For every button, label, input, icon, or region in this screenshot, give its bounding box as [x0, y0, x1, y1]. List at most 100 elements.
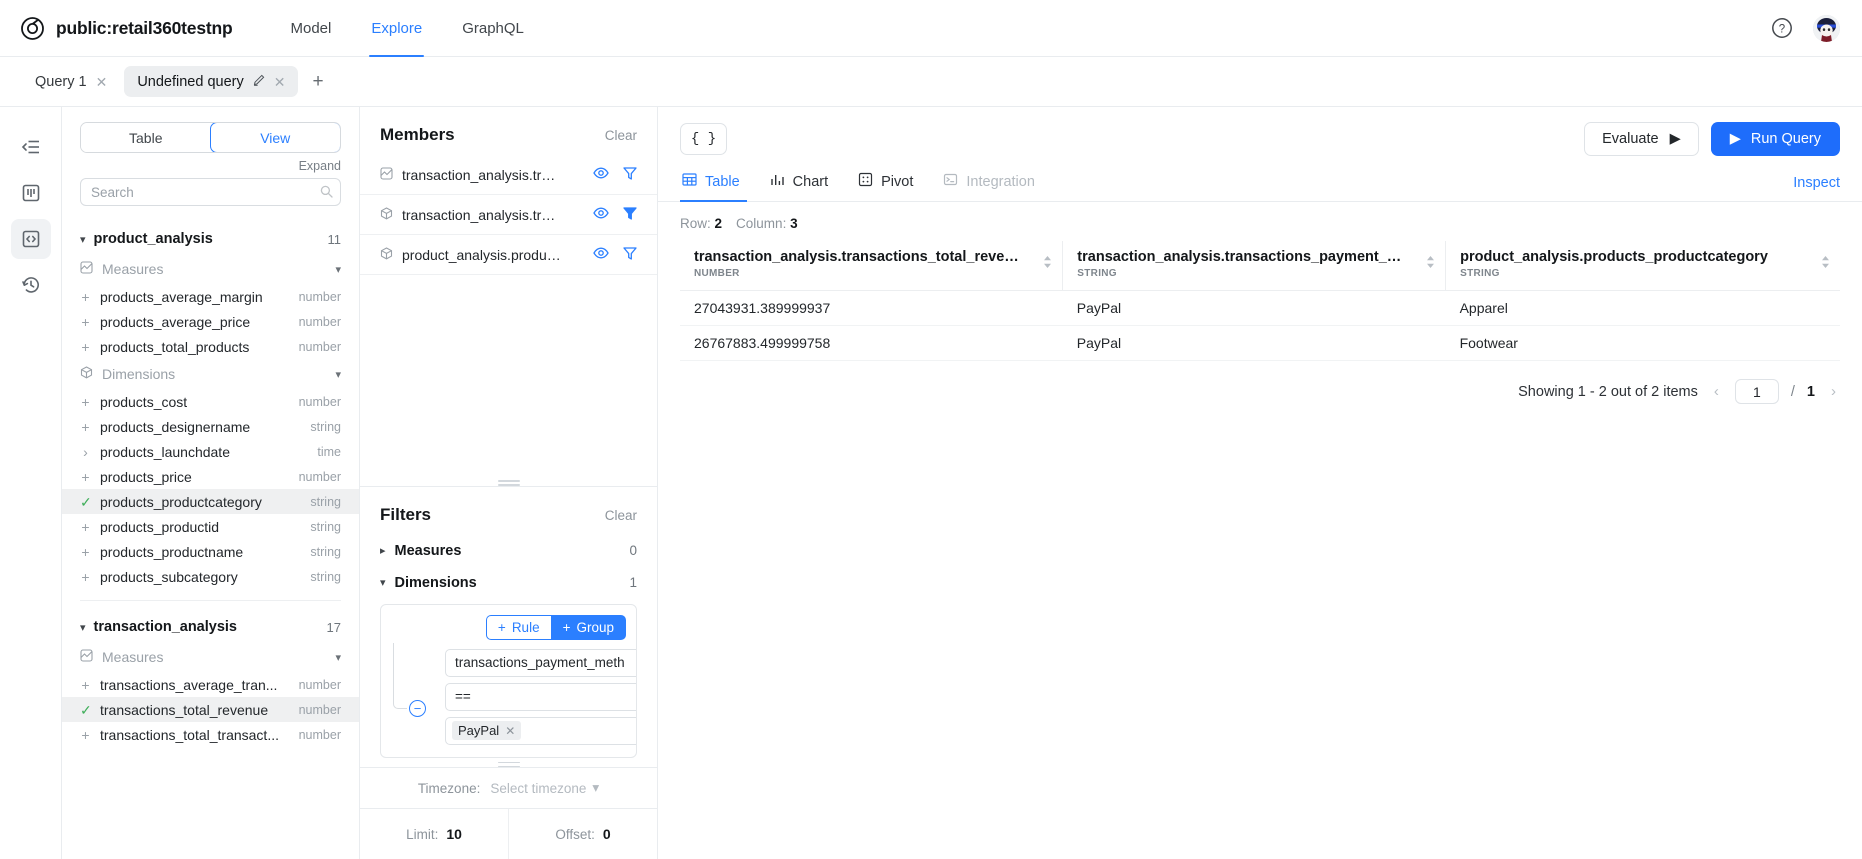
group-header-measures[interactable]: Measures ▾: [62, 254, 359, 284]
members-header: Members Clear: [360, 107, 657, 155]
cube-header-transaction-analysis[interactable]: ▾ transaction_analysis 17: [62, 612, 359, 642]
board-icon[interactable]: [11, 173, 51, 213]
members-clear-button[interactable]: Clear: [605, 128, 637, 143]
tab-pivot[interactable]: Pivot: [843, 172, 928, 201]
nav-item-model[interactable]: Model: [270, 0, 351, 56]
panel-resize-handle[interactable]: [360, 476, 657, 486]
column-count: 3: [790, 216, 798, 231]
timezone-select[interactable]: Select timezone ▾: [490, 780, 599, 796]
group-header-measures-2[interactable]: Measures ▾: [62, 642, 359, 672]
query-tab-2[interactable]: Undefined query ✕: [124, 66, 299, 97]
field-products-launchdate[interactable]: › products_launchdate time: [62, 439, 359, 464]
table-row[interactable]: 26767883.499999758 PayPal Footwear: [680, 325, 1840, 361]
cube-field-count: 11: [327, 231, 342, 247]
close-icon[interactable]: ✕: [96, 75, 108, 89]
history-icon[interactable]: [11, 265, 51, 305]
next-page-button[interactable]: ›: [1827, 383, 1840, 400]
field-products-subcategory[interactable]: + products_subcategory string: [62, 564, 359, 589]
remove-tag-icon[interactable]: ✕: [505, 724, 515, 738]
offset-value[interactable]: 0: [603, 826, 611, 842]
field-products-total-products[interactable]: + products_total_products number: [62, 334, 359, 359]
user-avatar[interactable]: [1813, 14, 1840, 42]
add-icon: +: [81, 313, 90, 330]
sort-icon[interactable]: [1043, 255, 1052, 274]
json-view-button[interactable]: { }: [680, 123, 727, 155]
group-header-dimensions[interactable]: Dimensions ▾: [62, 359, 359, 389]
field-type: time: [317, 444, 341, 459]
tab-table[interactable]: Table: [680, 172, 755, 202]
column-name: product_analysis.products_productcategor…: [1460, 249, 1768, 265]
field-products-productname[interactable]: + products_productname string: [62, 539, 359, 564]
member-row[interactable]: transaction_analysis.tran...: [360, 195, 657, 235]
column-header-product-category[interactable]: product_analysis.products_productcategor…: [1445, 241, 1840, 291]
results-area: { } Evaluate ▶ ▶ Run Query Table Chart P…: [658, 107, 1862, 859]
filter-group-measures[interactable]: ▸ Measures 0: [360, 535, 657, 567]
filter-group-dimensions[interactable]: ▾ Dimensions 1: [360, 567, 657, 599]
filters-clear-button[interactable]: Clear: [605, 508, 637, 523]
limit-value[interactable]: 10: [446, 826, 462, 842]
filters-resize-handle[interactable]: [360, 758, 657, 768]
close-icon[interactable]: ✕: [274, 75, 286, 89]
field-type: string: [310, 419, 341, 434]
column-type: STRING: [1460, 268, 1500, 279]
collapse-sidebar-icon[interactable]: [11, 127, 51, 167]
question-circle-icon[interactable]: ?: [1771, 17, 1793, 39]
field-products-average-price[interactable]: + products_average_price number: [62, 309, 359, 334]
segmented-table-button[interactable]: Table: [81, 123, 211, 152]
sort-icon[interactable]: [1821, 255, 1830, 274]
evaluate-button[interactable]: Evaluate ▶: [1584, 122, 1699, 156]
field-list[interactable]: ▾ product_analysis 11 Measures ▾ + produ…: [62, 224, 359, 859]
member-row[interactable]: transaction_analysis.tran...: [360, 155, 657, 195]
offset-cell: Offset: 0: [508, 809, 657, 859]
table-row[interactable]: 27043931.389999937 PayPal Apparel: [680, 290, 1840, 326]
field-products-price[interactable]: + products_price number: [62, 464, 359, 489]
query-tab-1[interactable]: Query 1 ✕: [22, 66, 120, 97]
run-query-button[interactable]: ▶ Run Query: [1710, 122, 1840, 156]
sort-icon[interactable]: [1426, 255, 1435, 274]
eye-icon[interactable]: [593, 245, 609, 264]
rule-field-select[interactable]: transactions_payment_meth: [445, 648, 636, 677]
filter-filled-icon[interactable]: [623, 206, 637, 224]
page-separator: /: [1790, 383, 1795, 400]
column-header-total-revenue[interactable]: transaction_analysis.transactions_total_…: [680, 241, 1063, 291]
current-page-input[interactable]: 1: [1734, 379, 1779, 404]
field-products-productcategory[interactable]: ✓ products_productcategory string: [62, 489, 359, 514]
filter-outline-icon[interactable]: [623, 166, 637, 184]
minus-circle-icon[interactable]: −: [409, 699, 426, 717]
add-group-button[interactable]: + Group: [550, 614, 626, 640]
field-products-productid[interactable]: + products_productid string: [62, 514, 359, 539]
cube-header-product-analysis[interactable]: ▾ product_analysis 11: [62, 224, 359, 254]
inspect-link[interactable]: Inspect: [1793, 175, 1840, 201]
limit-label: Limit:: [406, 826, 439, 842]
code-icon[interactable]: [10, 219, 51, 259]
rule-operator-select[interactable]: ==: [445, 682, 636, 711]
search-input[interactable]: [80, 178, 341, 206]
eye-icon[interactable]: [593, 205, 609, 224]
column-header-payment-method[interactable]: transaction_analysis.transactions_paymen…: [1062, 241, 1446, 291]
nav-item-graphql[interactable]: GraphQL: [442, 0, 544, 56]
field-transactions-total-revenue[interactable]: ✓ transactions_total_revenue number: [62, 697, 359, 722]
rule-value-input[interactable]: PayPal ✕: [445, 716, 636, 745]
member-row[interactable]: product_analysis.produc...: [360, 235, 657, 275]
main-nav: Model Explore GraphQL: [270, 0, 544, 57]
field-products-designername[interactable]: + products_designername string: [62, 414, 359, 439]
field-products-cost[interactable]: + products_cost number: [62, 389, 359, 414]
segmented-view-button[interactable]: View: [209, 123, 340, 152]
add-query-tab-button[interactable]: +: [302, 72, 333, 91]
filter-group-label: Measures: [394, 542, 462, 559]
field-products-average-margin[interactable]: + products_average_margin number: [62, 284, 359, 309]
field-transactions-total-transactions[interactable]: + transactions_total_transact... number: [62, 722, 359, 747]
pencil-icon[interactable]: [253, 74, 265, 89]
eye-icon[interactable]: [593, 165, 609, 184]
target-circle-icon: [20, 16, 45, 41]
filter-outline-icon[interactable]: [623, 246, 637, 264]
expand-all-link[interactable]: Expand: [299, 159, 341, 173]
add-rule-button[interactable]: + Rule: [485, 614, 551, 640]
cell-product-category: Apparel: [1445, 290, 1840, 326]
tab-chart[interactable]: Chart: [755, 172, 843, 201]
field-transactions-average-transaction[interactable]: + transactions_average_tran... number: [62, 672, 359, 697]
project-name: public:retail360testnp: [56, 17, 233, 38]
nav-item-explore[interactable]: Explore: [351, 0, 442, 57]
field-name: products_subcategory: [100, 568, 238, 585]
prev-page-button[interactable]: ‹: [1710, 383, 1723, 400]
